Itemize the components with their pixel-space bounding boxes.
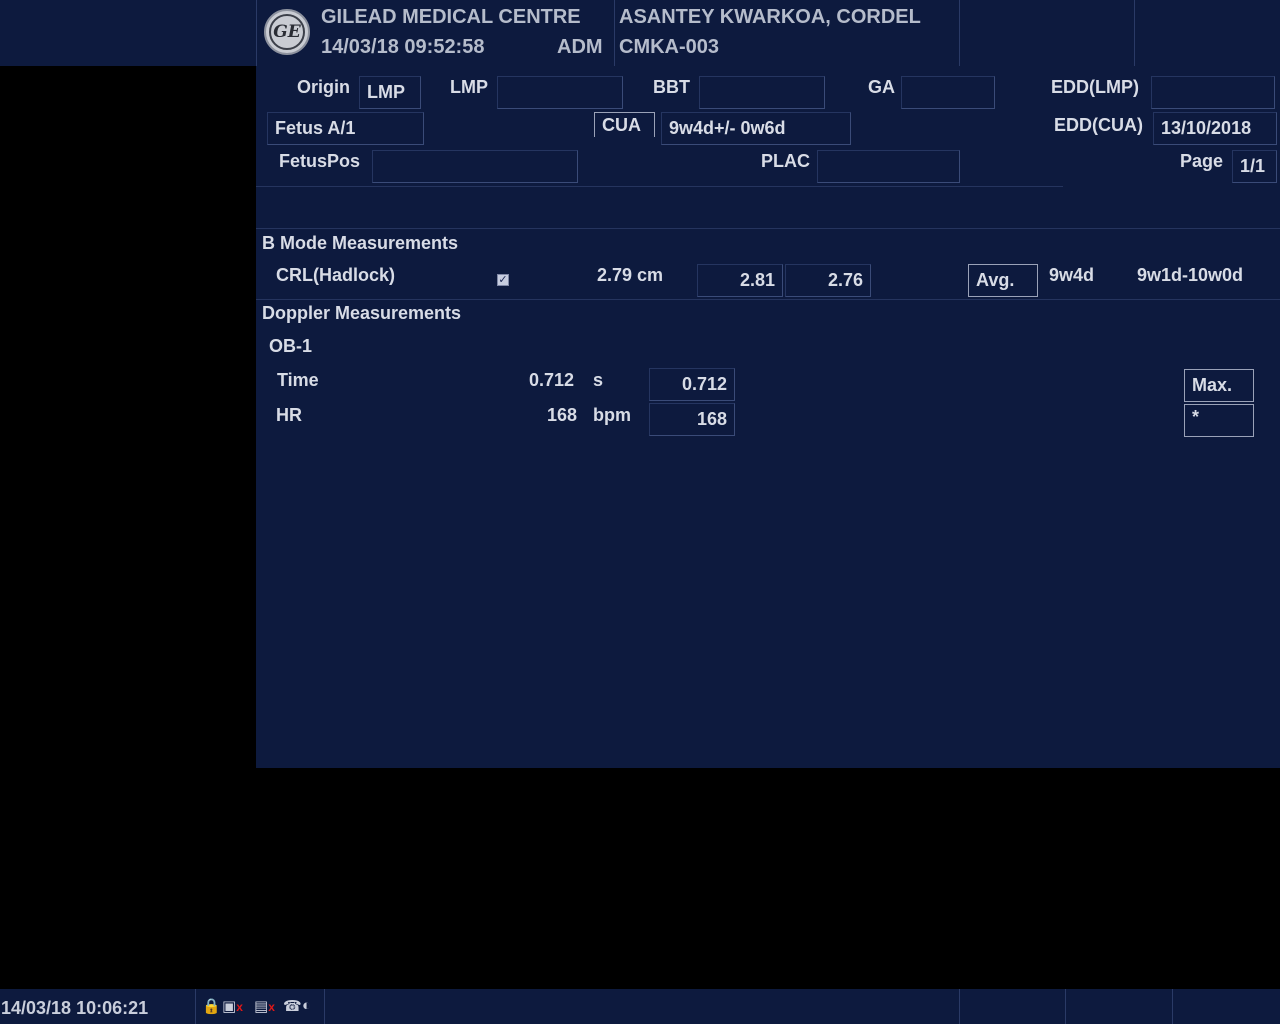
taskbar-divider bbox=[1065, 989, 1066, 1024]
header-divider bbox=[1134, 0, 1135, 66]
cua-tab[interactable]: CUA bbox=[594, 112, 655, 137]
status-taskbar: 14/03/18 10:06:21 🔒 ▣x ▤x ☎ ◐ bbox=[0, 989, 1280, 1024]
fetuspos-label: FetusPos bbox=[279, 151, 361, 171]
crl-measure-2[interactable]: 2.76 bbox=[785, 264, 871, 297]
divider bbox=[256, 299, 1280, 300]
crl-include-checkbox[interactable]: ✓ bbox=[497, 274, 509, 286]
lmp-label: LMP bbox=[450, 77, 488, 97]
plac-label: PLAC bbox=[761, 151, 810, 171]
header-divider bbox=[256, 0, 257, 66]
hr-name: HR bbox=[276, 405, 302, 425]
ga-label: GA bbox=[868, 77, 895, 97]
ge-logo-text: GE bbox=[269, 14, 305, 50]
operator-id: ADM bbox=[557, 36, 603, 58]
taskbar-divider bbox=[195, 989, 196, 1024]
edd-cua-label: EDD(CUA) bbox=[1054, 115, 1143, 135]
patient-id: CMKA-003 bbox=[619, 36, 720, 58]
time-measure-1[interactable]: 0.712 bbox=[649, 368, 735, 401]
taskbar-divider bbox=[959, 989, 960, 1024]
contrast-icon[interactable]: ◐ bbox=[302, 997, 311, 1014]
edd-lmp-label: EDD(LMP) bbox=[1051, 77, 1139, 97]
taskbar-divider bbox=[324, 989, 325, 1024]
hr-method-selector[interactable]: * bbox=[1184, 404, 1254, 437]
ge-logo: GE bbox=[264, 9, 310, 55]
time-unit: s bbox=[593, 370, 604, 390]
crl-measure-1[interactable]: 2.81 bbox=[697, 264, 783, 297]
header-bar: GE GILEAD MEDICAL CENTRE 14/03/18 09:52:… bbox=[0, 0, 1280, 66]
lmp-field[interactable] bbox=[497, 76, 623, 109]
time-name: Time bbox=[277, 370, 319, 390]
exam-datetime: 14/03/18 09:52:58 bbox=[321, 36, 485, 58]
network-disconnected-icon[interactable]: ▣x bbox=[222, 997, 243, 1015]
system-clock: 14/03/18 10:06:21 bbox=[1, 998, 149, 1018]
hr-value: 168 bbox=[547, 405, 578, 425]
edd-lmp-field[interactable] bbox=[1151, 76, 1275, 109]
divider bbox=[256, 228, 1280, 229]
bbt-field[interactable] bbox=[699, 76, 825, 109]
b-mode-section-title: B Mode Measurements bbox=[262, 233, 459, 253]
facility-name: GILEAD MEDICAL CENTRE bbox=[321, 6, 581, 28]
hr-unit: bpm bbox=[593, 405, 631, 425]
fetuspos-field[interactable] bbox=[372, 150, 578, 183]
wireless-disconnected-icon[interactable]: ▤x bbox=[254, 997, 275, 1015]
crl-ga: 9w4d bbox=[1049, 265, 1095, 285]
divider bbox=[256, 186, 1063, 187]
page-field[interactable]: 1/1 bbox=[1232, 150, 1277, 183]
time-value: 0.712 bbox=[529, 370, 575, 390]
page-label: Page bbox=[1180, 151, 1224, 171]
ob-report-panel: Origin LMP LMP BBT GA EDD(LMP) Fetus A/1… bbox=[256, 66, 1280, 768]
time-method-selector[interactable]: Max. bbox=[1184, 369, 1254, 402]
hr-measure-1[interactable]: 168 bbox=[649, 403, 735, 436]
header-divider bbox=[959, 0, 960, 66]
doppler-group-label: OB-1 bbox=[269, 336, 313, 356]
crl-value: 2.79 cm bbox=[597, 265, 664, 285]
crl-ga-range: 9w1d-10w0d bbox=[1137, 265, 1244, 285]
origin-label: Origin bbox=[297, 77, 350, 97]
bbt-label: BBT bbox=[653, 77, 690, 97]
edd-cua-field[interactable]: 13/10/2018 bbox=[1153, 112, 1277, 145]
origin-field[interactable]: LMP bbox=[359, 76, 421, 109]
taskbar-divider bbox=[1172, 989, 1173, 1024]
fetus-field[interactable]: Fetus A/1 bbox=[267, 112, 424, 145]
lock-icon[interactable]: 🔒 bbox=[202, 997, 221, 1015]
doppler-section-title: Doppler Measurements bbox=[262, 303, 462, 323]
header-divider bbox=[614, 0, 615, 66]
crl-method-selector[interactable]: Avg. bbox=[968, 264, 1038, 297]
plac-field[interactable] bbox=[817, 150, 960, 183]
patient-name: ASANTEY KWARKOA, CORDEL bbox=[619, 6, 921, 28]
ge-service-icon[interactable]: ☎ bbox=[283, 997, 302, 1015]
crl-name: CRL(Hadlock) bbox=[276, 265, 396, 285]
cua-field[interactable]: 9w4d+/- 0w6d bbox=[661, 112, 851, 145]
ga-field[interactable] bbox=[901, 76, 995, 109]
